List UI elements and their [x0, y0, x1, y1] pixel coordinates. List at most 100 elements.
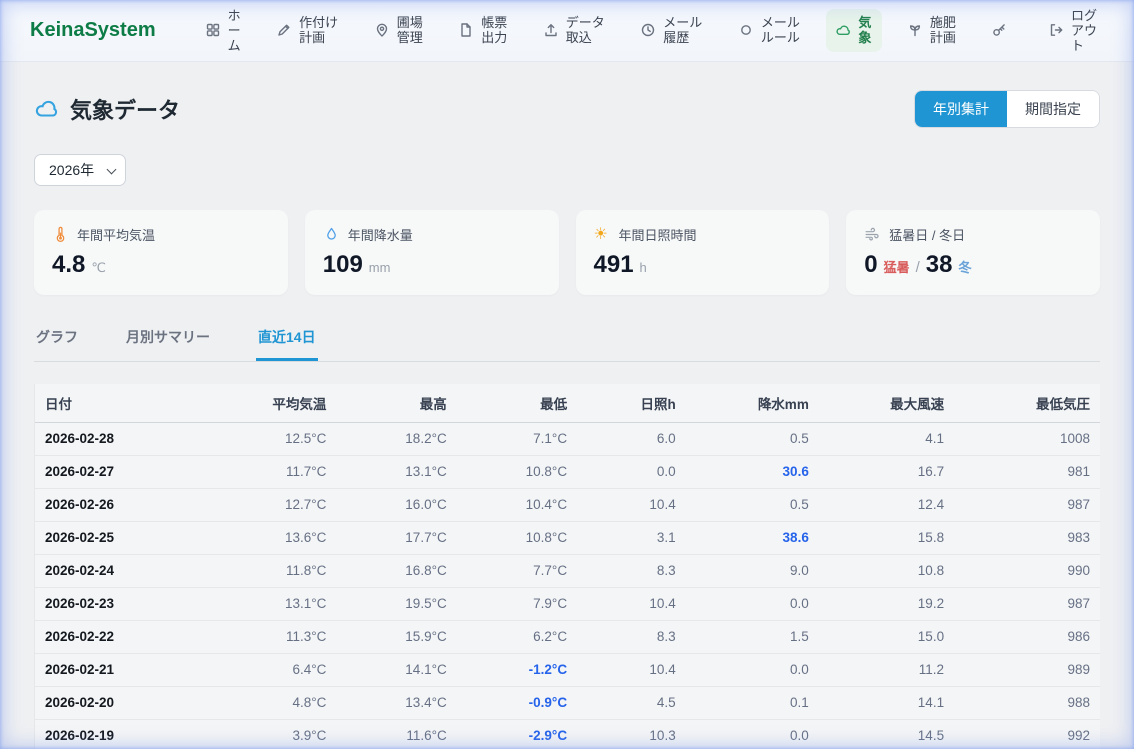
separator: / [916, 259, 920, 276]
period-select-button[interactable]: 期間指定 [1007, 91, 1099, 127]
cell-max: 11.6°C [336, 719, 456, 749]
cell-avg: 12.7°C [216, 488, 336, 521]
document-icon [458, 22, 474, 38]
cell-max: 16.8°C [336, 554, 456, 587]
home-grid-icon [205, 22, 221, 38]
stat-value: 491 [594, 251, 634, 279]
cell-date: 2026-02-20 [35, 686, 216, 719]
col-pressure: 最低気圧 [954, 384, 1100, 422]
stat-unit: ℃ [91, 260, 106, 276]
cell-avg: 11.8°C [216, 554, 336, 587]
col-date: 日付 [35, 384, 216, 422]
cell-avg: 12.5°C [216, 422, 336, 455]
nav-item-label: メール履歴 [663, 15, 704, 46]
cell-pressure: 989 [954, 653, 1100, 686]
history-clock-icon [640, 22, 656, 38]
cell-date: 2026-02-23 [35, 587, 216, 620]
stat-value: 109 [323, 251, 363, 279]
nav-item-home[interactable]: ホーム [196, 2, 252, 60]
yearly-summary-button[interactable]: 年別集計 [915, 91, 1007, 127]
nav-item-field-management[interactable]: 圃場管理 [365, 9, 434, 52]
cell-min: 6.2°C [457, 620, 577, 653]
nav-item-api-key[interactable] [982, 16, 1023, 44]
cell-sun: 8.3 [577, 620, 686, 653]
col-max: 最高 [336, 384, 456, 422]
nav-item-label: データ取込 [566, 15, 607, 46]
cell-avg: 6.4°C [216, 653, 336, 686]
cell-wind: 10.8 [819, 554, 954, 587]
cell-max: 13.4°C [336, 686, 456, 719]
table-row: 2026-02-2411.8°C16.8°C7.7°C8.39.010.8990 [35, 554, 1100, 587]
cell-pressure: 983 [954, 521, 1100, 554]
nav-item-logout[interactable]: ログアウト [1039, 2, 1108, 60]
cell-sun: 8.3 [577, 554, 686, 587]
cell-pressure: 986 [954, 620, 1100, 653]
cell-rain: 30.6 [686, 455, 819, 488]
page-title: 気象データ [34, 93, 180, 125]
cell-sun: 6.0 [577, 422, 686, 455]
droplet-icon [323, 226, 340, 243]
view-toggle: 年別集計 期間指定 [914, 90, 1100, 128]
tab-graph[interactable]: グラフ [34, 321, 80, 361]
cell-date: 2026-02-27 [35, 455, 216, 488]
upload-icon [543, 22, 559, 38]
wind-icon [864, 226, 881, 243]
nav-item-label: メールルール [761, 15, 802, 46]
cell-min: -0.9°C [457, 686, 577, 719]
stat-label: 年間降水量 [348, 225, 413, 244]
brand-logo[interactable]: KeinaSystem [30, 19, 156, 42]
year-select[interactable]: 2026年 [34, 154, 126, 186]
nav-item-label: 作付け計画 [299, 15, 340, 46]
cell-pressure: 1008 [954, 422, 1100, 455]
cell-wind: 14.1 [819, 686, 954, 719]
cell-date: 2026-02-21 [35, 653, 216, 686]
cloud-icon [34, 96, 60, 122]
cell-min: 10.8°C [457, 455, 577, 488]
cell-rain: 0.0 [686, 587, 819, 620]
nav-item-label: ログアウト [1071, 8, 1099, 54]
nav-item-label: ホーム [228, 8, 243, 54]
filter-row: 2026年 [34, 154, 1100, 186]
nav-item-fertilizer-plan[interactable]: 施肥計画 [898, 9, 967, 52]
nav-item-label: 帳票出力 [481, 15, 509, 46]
year-select-wrap: 2026年 [34, 154, 126, 186]
cell-pressure: 981 [954, 455, 1100, 488]
cell-wind: 19.2 [819, 587, 954, 620]
col-rain: 降水mm [686, 384, 819, 422]
nav-item-mail-history[interactable]: メール履歴 [631, 9, 713, 52]
nav-item-weather[interactable]: 気象 [826, 9, 882, 52]
stat-value: 4.8 [52, 251, 85, 279]
tab-monthly-summary[interactable]: 月別サマリー [124, 321, 212, 361]
tab-recent-14-days[interactable]: 直近14日 [256, 321, 318, 361]
nav-item-planting-plan[interactable]: 作付け計画 [267, 9, 349, 52]
table-row: 2026-02-2513.6°C17.7°C10.8°C3.138.615.89… [35, 521, 1100, 554]
cell-sun: 10.4 [577, 587, 686, 620]
cold-days-value: 38 [926, 251, 953, 279]
cold-days-tag: 冬 [959, 257, 972, 276]
cell-wind: 14.5 [819, 719, 954, 749]
map-pin-icon [374, 22, 390, 38]
table-row: 2026-02-2313.1°C19.5°C7.9°C10.40.019.298… [35, 587, 1100, 620]
cell-wind: 15.0 [819, 620, 954, 653]
cell-rain: 1.5 [686, 620, 819, 653]
sun-icon: ☀ [594, 226, 611, 243]
cell-max: 13.1°C [336, 455, 456, 488]
nav-item-report-output[interactable]: 帳票出力 [449, 9, 518, 52]
key-icon [991, 22, 1007, 38]
stat-unit: mm [369, 260, 391, 275]
stat-label: 年間平均気温 [77, 225, 155, 244]
cell-sun: 10.3 [577, 719, 686, 749]
cell-rain: 0.0 [686, 653, 819, 686]
nav-item-data-import[interactable]: データ取込 [534, 9, 616, 52]
cell-min: 10.8°C [457, 521, 577, 554]
logout-icon [1048, 22, 1064, 38]
col-min: 最低 [457, 384, 577, 422]
table-row: 2026-02-216.4°C14.1°C-1.2°C10.40.011.298… [35, 653, 1100, 686]
cell-date: 2026-02-26 [35, 488, 216, 521]
cell-rain: 0.0 [686, 719, 819, 749]
cell-avg: 3.9°C [216, 719, 336, 749]
stat-cards: 年間平均気温 4.8℃ 年間降水量 109mm ☀ 年間日照時間 491h 猛暑… [34, 210, 1100, 295]
hot-days-tag: 猛暑 [884, 257, 910, 276]
cell-date: 2026-02-24 [35, 554, 216, 587]
nav-item-mail-rule[interactable]: メールルール [729, 9, 811, 52]
